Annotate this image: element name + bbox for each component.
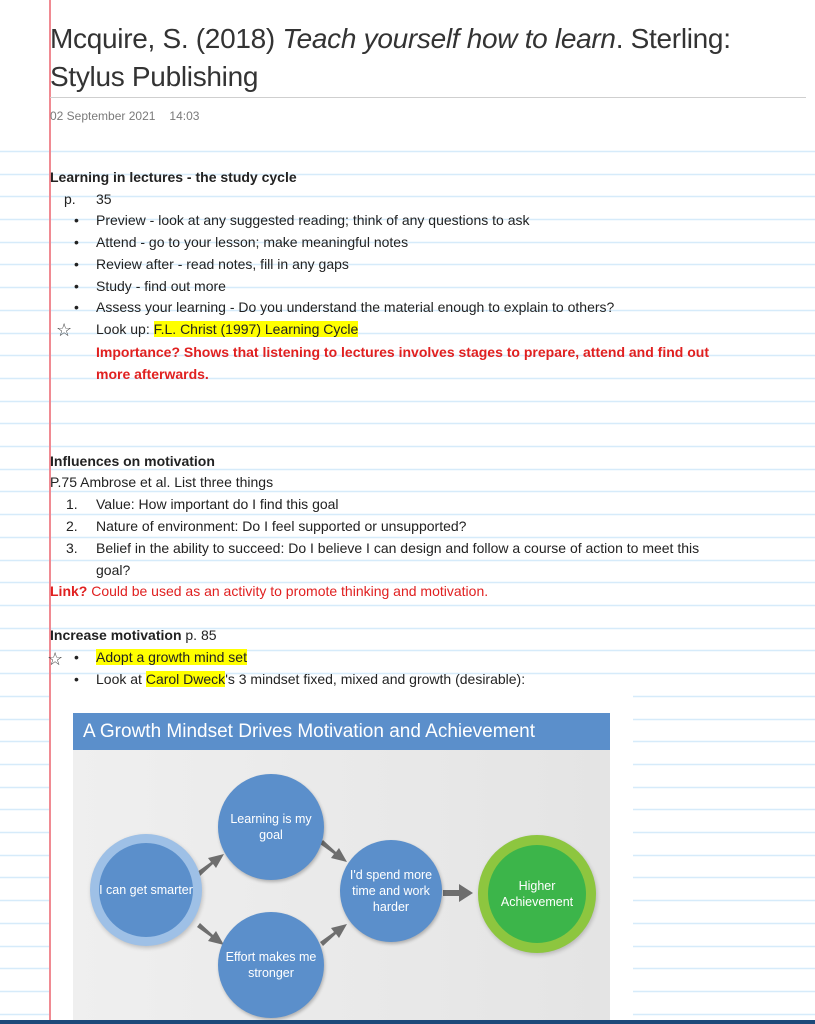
section-heading-study-cycle[interactable]: Learning in lectures - the study cycle [50, 168, 297, 186]
list-item[interactable]: Belief in the ability to succeed: Do I b… [96, 539, 699, 557]
section-heading-increase[interactable]: Increase motivation p. 85 [50, 626, 217, 644]
node-learning-is-my-goal: Learning is my goal [218, 774, 324, 880]
bullet-icon: • [74, 649, 79, 665]
dweck-highlight: Carol Dweck [145, 671, 226, 687]
title-divider [50, 97, 806, 98]
node-spend-more-time: I'd spend more time and work harder [340, 840, 442, 942]
dweck-rest: 's 3 mindset fixed, mixed and growth (de… [225, 671, 526, 687]
list-number: 2. [66, 518, 78, 534]
star-tag-icon[interactable]: ☆ [47, 650, 63, 668]
bullet-icon: • [74, 212, 79, 228]
page-time: 14:03 [169, 109, 200, 123]
page-date: 02 September 2021 [50, 109, 156, 123]
list-number: 1. [66, 496, 78, 512]
heading-page: p. 85 [181, 627, 217, 643]
list-number: 3. [66, 540, 78, 556]
star-tag-icon[interactable]: ☆ [56, 321, 72, 339]
heading-bold: Increase motivation [50, 627, 182, 643]
list-item-cont[interactable]: goal? [96, 561, 130, 579]
title-book: Teach yourself how to learn [282, 23, 616, 54]
dweck-prefix: Look at [96, 671, 146, 687]
node-effort-makes-me-stronger: Effort makes me stronger [218, 912, 324, 1018]
ambrose-ref[interactable]: P.75 Ambrose et al. List three things [50, 473, 273, 491]
bullet-icon: • [74, 234, 79, 250]
page-title[interactable]: Mcquire, S. (2018) Teach yourself how to… [50, 20, 810, 96]
link-label: Link? [50, 583, 88, 599]
list-item[interactable]: Attend - go to your lesson; make meaning… [96, 233, 408, 251]
lookup-prefix: Look up: [96, 321, 154, 337]
node-higher-achievement: Higher Achievement [488, 845, 586, 943]
taskbar [0, 1020, 815, 1024]
link-text: Could be used as an activity to promote … [87, 583, 489, 599]
arrow-icon [197, 923, 224, 945]
bullet-icon: • [74, 671, 79, 687]
diagram-title: A Growth Mindset Drives Motivation and A… [73, 713, 610, 750]
arrow-icon [320, 840, 347, 862]
node-i-can-get-smarter: I can get smarter [99, 843, 193, 937]
list-item[interactable]: Assess your learning - Do you understand… [96, 298, 614, 316]
list-item[interactable]: Study - find out more [96, 277, 226, 295]
list-item[interactable]: Look at Carol Dweck's 3 mindset fixed, m… [96, 670, 525, 688]
lookup-highlight: F.L. Christ (1997) Learning Cycle [153, 321, 359, 337]
page-ref-number[interactable]: 35 [96, 190, 112, 208]
section-heading-motivation[interactable]: Influences on motivation [50, 452, 215, 470]
lookup-line[interactable]: Look up: F.L. Christ (1997) Learning Cyc… [96, 320, 359, 338]
title-author: Mcquire, S. (2018) [50, 23, 283, 54]
arrow-icon [443, 884, 473, 902]
list-item[interactable]: Preview - look at any suggested reading;… [96, 211, 529, 229]
importance-note-cont[interactable]: more afterwards. [96, 365, 209, 383]
bullet-icon: • [74, 278, 79, 294]
arrow-icon [197, 854, 224, 876]
growth-mindset-highlight: Adopt a growth mind set [96, 649, 247, 665]
list-item[interactable]: Nature of environment: Do I feel support… [96, 517, 466, 535]
list-item[interactable]: Review after - read notes, fill in any g… [96, 255, 349, 273]
importance-note[interactable]: Importance? Shows that listening to lect… [96, 343, 709, 361]
bullet-icon: • [74, 299, 79, 315]
page-ref-label: p. [64, 191, 76, 207]
list-item[interactable]: Value: How important do I find this goal [96, 495, 339, 513]
link-note[interactable]: Link? Could be used as an activity to pr… [50, 582, 488, 600]
bullet-icon: • [74, 256, 79, 272]
list-item[interactable]: Adopt a growth mind set [96, 648, 247, 666]
page-timestamp: 02 September 2021 14:03 [50, 109, 213, 123]
arrow-icon [320, 924, 347, 946]
